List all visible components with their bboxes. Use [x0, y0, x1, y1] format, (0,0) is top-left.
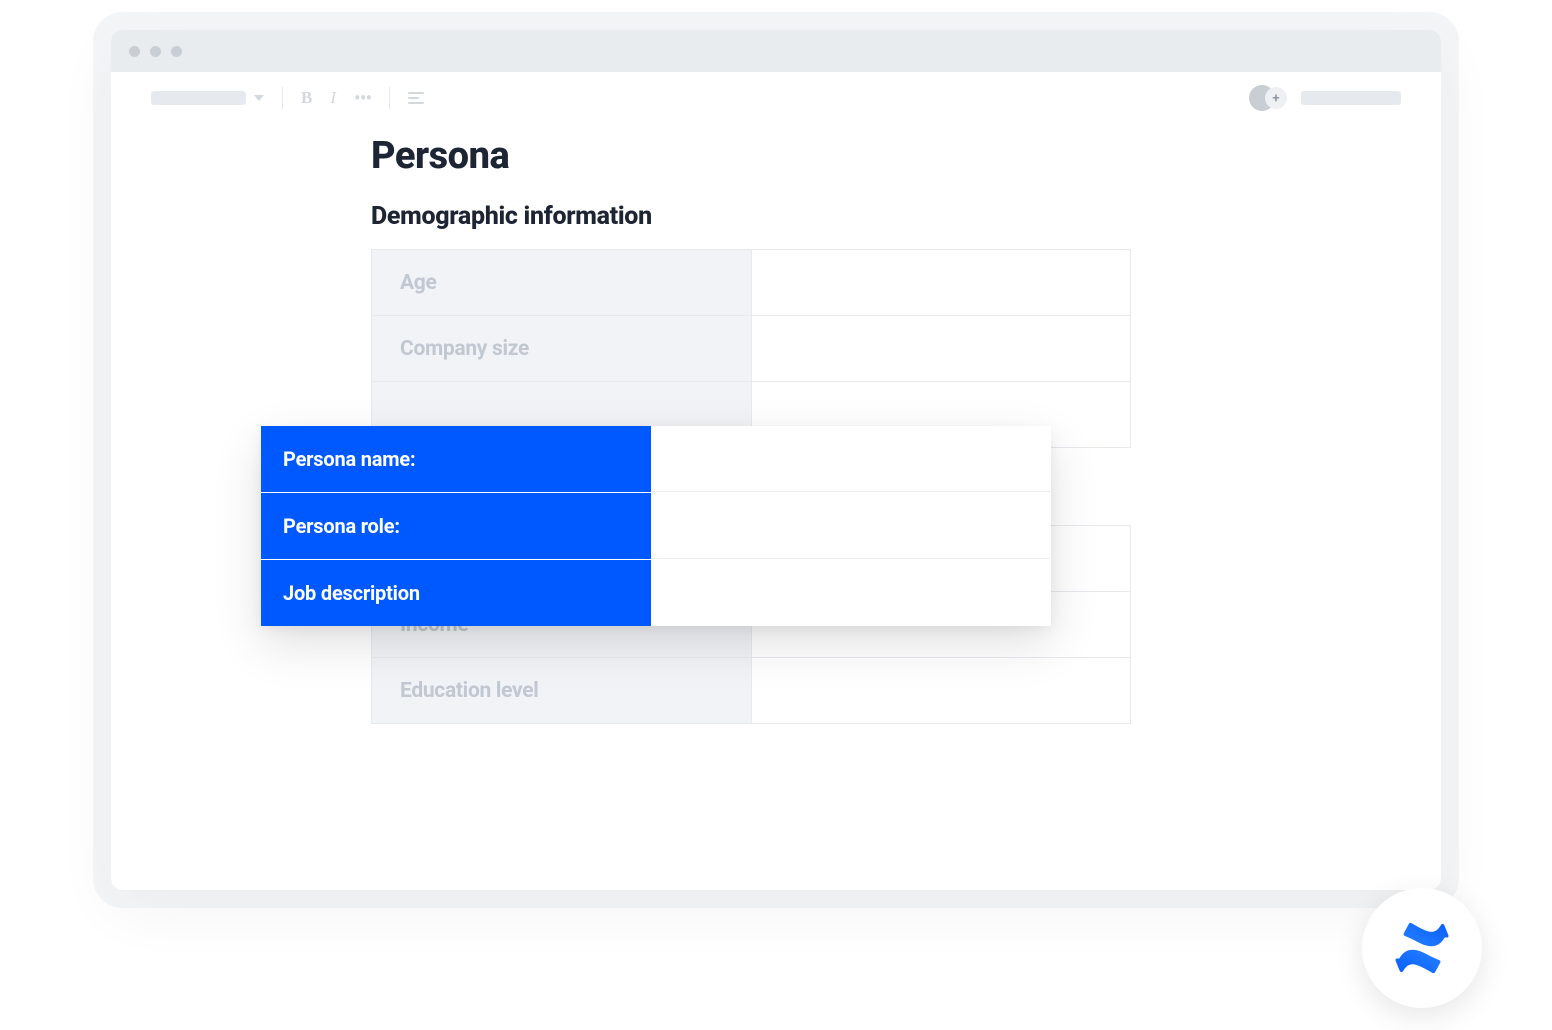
demographic-table[interactable]: Age Company size	[371, 249, 1131, 448]
table-cell-label[interactable]: Age	[372, 250, 752, 316]
editor-toolbar: B I ••• +	[111, 72, 1441, 124]
window-control-close[interactable]	[129, 46, 140, 57]
toolbar-divider	[282, 87, 283, 109]
window-control-maximize[interactable]	[171, 46, 182, 57]
app-window: B I ••• + Persona Demographic informatio…	[111, 30, 1441, 890]
table-cell-value[interactable]	[752, 250, 1131, 316]
toolbar-right-group: +	[1249, 85, 1401, 111]
table-row[interactable]: Company size	[372, 316, 1131, 382]
toolbar-left-group: B I •••	[151, 86, 424, 110]
toolbar-divider	[389, 87, 390, 109]
table-cell-label[interactable]: Company size	[372, 316, 752, 382]
overlay-value[interactable]	[651, 560, 1051, 626]
overlay-row[interactable]: Persona name:	[261, 426, 1051, 493]
table-cell-label[interactable]: Education level	[372, 658, 752, 724]
overlay-value[interactable]	[651, 493, 1051, 559]
align-left-icon[interactable]	[408, 92, 424, 104]
page-title[interactable]: Persona	[371, 134, 1381, 178]
more-formatting-button[interactable]: •••	[354, 86, 371, 110]
overlay-row[interactable]: Persona role:	[261, 493, 1051, 560]
window-titlebar	[111, 30, 1441, 72]
overlay-value[interactable]	[651, 426, 1051, 492]
add-collaborator-button[interactable]: +	[1265, 87, 1287, 109]
style-dropdown[interactable]	[151, 91, 246, 105]
table-cell-value[interactable]	[752, 316, 1131, 382]
overlay-label[interactable]: Persona role:	[261, 493, 651, 559]
persona-overlay-card[interactable]: Persona name: Persona role: Job descript…	[261, 426, 1051, 626]
share-button[interactable]	[1301, 91, 1401, 105]
table-row[interactable]: Age	[372, 250, 1131, 316]
table-row[interactable]: Education level	[372, 658, 1131, 724]
confluence-logo-badge	[1362, 888, 1482, 1008]
italic-button[interactable]: I	[330, 88, 336, 108]
overlay-label[interactable]: Persona name:	[261, 426, 651, 492]
table-cell-value[interactable]	[752, 658, 1131, 724]
bold-button[interactable]: B	[301, 88, 312, 108]
section-heading[interactable]: Demographic information	[371, 202, 1381, 231]
overlay-label[interactable]: Job description	[261, 560, 651, 626]
window-control-minimize[interactable]	[150, 46, 161, 57]
confluence-icon	[1394, 920, 1450, 976]
chevron-down-icon[interactable]	[254, 95, 264, 101]
collaborator-avatars[interactable]: +	[1249, 85, 1287, 111]
overlay-row[interactable]: Job description	[261, 560, 1051, 626]
